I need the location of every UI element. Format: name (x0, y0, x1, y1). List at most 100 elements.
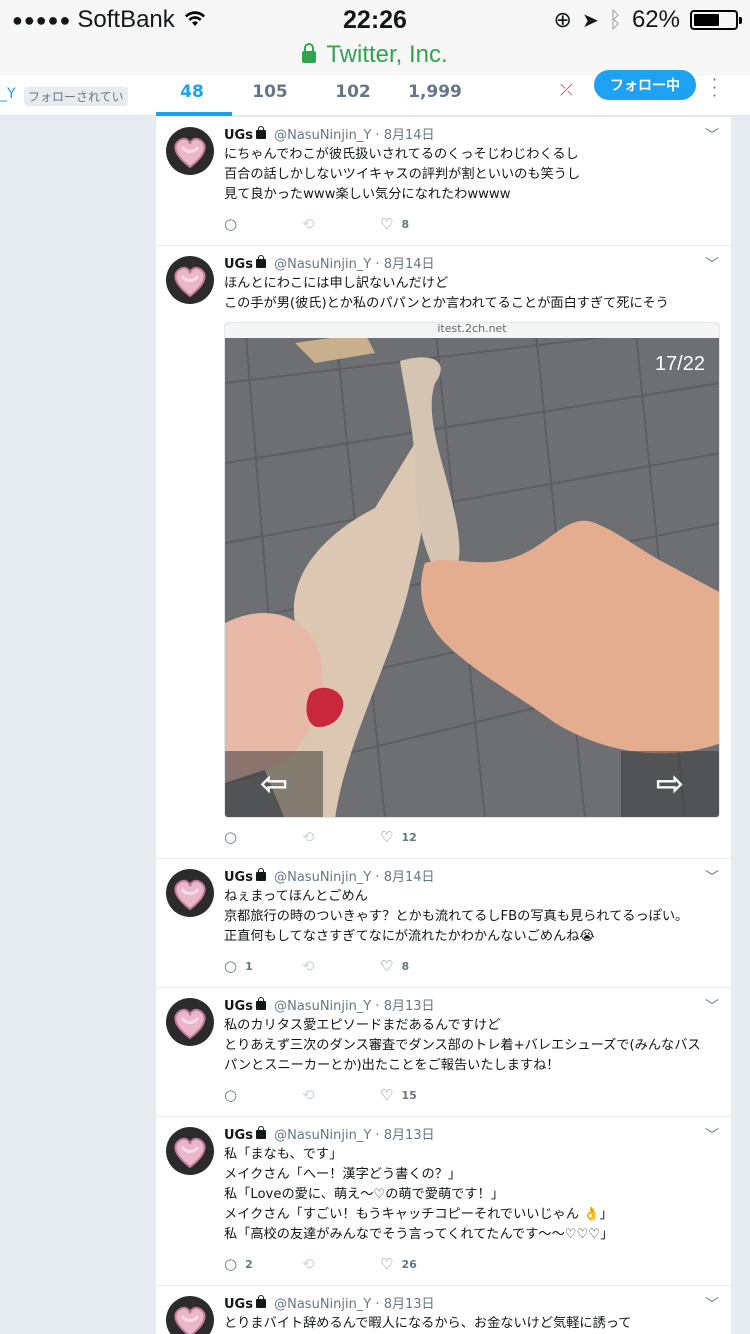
stat-followers[interactable]: 102 (313, 82, 393, 102)
lock-icon (302, 43, 317, 63)
tweet-date[interactable]: 8月13日 (384, 1128, 435, 1143)
tweet-header: UGs @NasuNinjin_Y · 8月14日 (224, 126, 435, 143)
next-arrow-icon[interactable]: ⇨ (621, 751, 719, 817)
tweet-date[interactable]: 8月14日 (384, 870, 435, 885)
tweet-actions: ○ ⟲ ♡ 8 (224, 213, 721, 235)
reply-icon: ○ (224, 1086, 238, 1104)
like-count: 12 (401, 830, 417, 844)
tweet-date[interactable]: 8月14日 (384, 128, 435, 143)
battery-level (694, 14, 719, 26)
following-button[interactable]: フォロー中 (594, 70, 696, 100)
retweet-button[interactable]: ⟲ (302, 1086, 380, 1104)
media-photo (225, 323, 719, 817)
retweet-icon: ⟲ (302, 957, 315, 975)
user-handle[interactable]: @NasuNinjin_Y (274, 257, 371, 272)
tweet[interactable]: UGs @NasuNinjin_Y · 8月14日 ﹀ ほんとにわこには申し訳な… (156, 246, 731, 859)
mute-icon[interactable]: ⤫ (560, 80, 573, 100)
avatar[interactable] (166, 998, 214, 1046)
like-count: 8 (401, 959, 410, 973)
tweet-actions: ○ 2 ⟲ ♡ 26 (224, 1253, 721, 1275)
avatar[interactable] (166, 256, 214, 304)
like-button[interactable]: ♡ 15 (380, 1086, 458, 1104)
profile-handle-fragment[interactable]: _Y (0, 86, 16, 102)
tweet-header: UGs @NasuNinjin_Y · 8月13日 (224, 1126, 435, 1143)
avatar[interactable] (166, 869, 214, 917)
display-name[interactable]: UGs (224, 870, 253, 885)
tweet-actions: ○ ⟲ ♡ 12 (224, 826, 721, 848)
reply-button[interactable]: ○ (224, 1086, 302, 1104)
like-button[interactable]: ♡ 8 (380, 215, 458, 233)
retweet-icon: ⟲ (302, 828, 315, 846)
heart-icon: ♡ (380, 1086, 394, 1104)
user-handle[interactable]: @NasuNinjin_Y (274, 870, 371, 885)
retweet-button[interactable]: ⟲ (302, 1255, 380, 1273)
reply-button[interactable]: ○ (224, 215, 302, 233)
retweet-button[interactable]: ⟲ (302, 957, 380, 975)
user-handle[interactable]: @NasuNinjin_Y (274, 1297, 371, 1312)
avatar[interactable] (166, 127, 214, 175)
reply-button[interactable]: ○ 1 (224, 957, 302, 975)
prev-arrow-icon[interactable]: ⇦ (225, 751, 323, 817)
display-name[interactable]: UGs (224, 1297, 253, 1312)
status-right: ⊕ ➤ ᛒ 62% (553, 6, 742, 34)
profile-nav: _Y フォローされてい 48 105 102 1,999 ⤫ フォロー中 · · · (0, 70, 750, 116)
chevron-down-icon[interactable]: ﹀ (705, 867, 719, 887)
like-count: 15 (401, 1088, 417, 1102)
bluetooth-icon: ᛒ (608, 7, 622, 32)
display-name[interactable]: UGs (224, 999, 253, 1014)
reply-icon: ○ (224, 957, 238, 975)
media-carousel[interactable]: itest.2ch.net 17/22 ⇦ ⇨ (224, 322, 720, 818)
reply-button[interactable]: ○ (224, 828, 302, 846)
tweet-date[interactable]: 8月14日 (384, 257, 435, 272)
tweet-date[interactable]: 8月13日 (384, 1297, 435, 1312)
display-name[interactable]: UGs (224, 257, 253, 272)
more-vertical-icon[interactable]: · · · (712, 72, 717, 104)
tweet[interactable]: UGs @NasuNinjin_Y · 8月13日 ﹀ とりまバイト辞めるんで暇… (156, 1286, 731, 1334)
tweet[interactable]: UGs @NasuNinjin_Y · 8月13日 ﹀ 私「まなも、です」 メイ… (156, 1117, 731, 1286)
chevron-down-icon[interactable]: ﹀ (705, 1125, 719, 1145)
battery-icon (690, 10, 742, 30)
chevron-down-icon[interactable]: ﹀ (705, 254, 719, 274)
tweet[interactable]: UGs @NasuNinjin_Y · 8月13日 ﹀ 私のカリタス愛エピソード… (156, 988, 731, 1117)
like-button[interactable]: ♡ 26 (380, 1255, 458, 1273)
protected-lock-icon (255, 1126, 266, 1139)
like-button[interactable]: ♡ 8 (380, 957, 458, 975)
retweet-button[interactable]: ⟲ (302, 215, 380, 233)
tweet[interactable]: UGs @NasuNinjin_Y · 8月14日 ﹀ にちゃんでわこが彼氏扱い… (156, 117, 731, 246)
tweet-text: ねぇまってほんとごめん 京都旅行の時のついきゃす？とかも流れてるしFBの写真も見… (224, 889, 689, 944)
battery-percent: 62% (631, 6, 680, 33)
user-handle[interactable]: @NasuNinjin_Y (274, 999, 371, 1014)
reply-button[interactable]: ○ 2 (224, 1255, 302, 1273)
tweet-header: UGs @NasuNinjin_Y · 8月14日 (224, 255, 435, 272)
retweet-button[interactable]: ⟲ (302, 828, 380, 846)
display-name[interactable]: UGs (224, 1128, 253, 1143)
protected-lock-icon (255, 255, 266, 268)
protected-lock-icon (255, 868, 266, 881)
reply-icon: ○ (224, 828, 238, 846)
display-name[interactable]: UGs (224, 128, 253, 143)
tweet-text: 私のカリタス愛エピソードまだあるんですけど とりあえず三次のダンス審査でダンス部… (224, 1018, 701, 1073)
tweet-header: UGs @NasuNinjin_Y · 8月14日 (224, 868, 435, 885)
avatar[interactable] (166, 1127, 214, 1175)
stat-following[interactable]: 105 (230, 82, 310, 102)
tweet-header: UGs @NasuNinjin_Y · 8月13日 (224, 1295, 435, 1312)
chevron-down-icon[interactable]: ﹀ (705, 125, 719, 145)
protected-lock-icon (255, 1295, 266, 1308)
chevron-down-icon[interactable]: ﹀ (705, 996, 719, 1016)
user-handle[interactable]: @NasuNinjin_Y (274, 128, 371, 143)
tweet-date[interactable]: 8月13日 (384, 999, 435, 1014)
rotation-lock-icon: ⊕ (553, 7, 572, 32)
stat-likes[interactable]: 1,999 (395, 82, 475, 102)
reply-count: 1 (245, 959, 253, 973)
chevron-down-icon[interactable]: ﹀ (705, 1294, 719, 1314)
tweet[interactable]: UGs @NasuNinjin_Y · 8月14日 ﹀ ねぇまってほんとごめん … (156, 859, 731, 988)
stat-tweets[interactable]: 48 (152, 82, 232, 102)
tweet-header: UGs @NasuNinjin_Y · 8月13日 (224, 997, 435, 1014)
follows-you-badge: フォローされてい (24, 87, 128, 106)
user-handle[interactable]: @NasuNinjin_Y (274, 1128, 371, 1143)
avatar[interactable] (166, 1296, 214, 1334)
tweet-text: 私「まなも、です」 メイクさん「へー！漢字どう書くの？」 私「Loveの愛に、萌… (224, 1147, 614, 1242)
like-button[interactable]: ♡ 12 (380, 828, 458, 846)
timeline: UGs @NasuNinjin_Y · 8月14日 ﹀ にちゃんでわこが彼氏扱い… (156, 117, 731, 1334)
like-count: 26 (401, 1257, 417, 1271)
